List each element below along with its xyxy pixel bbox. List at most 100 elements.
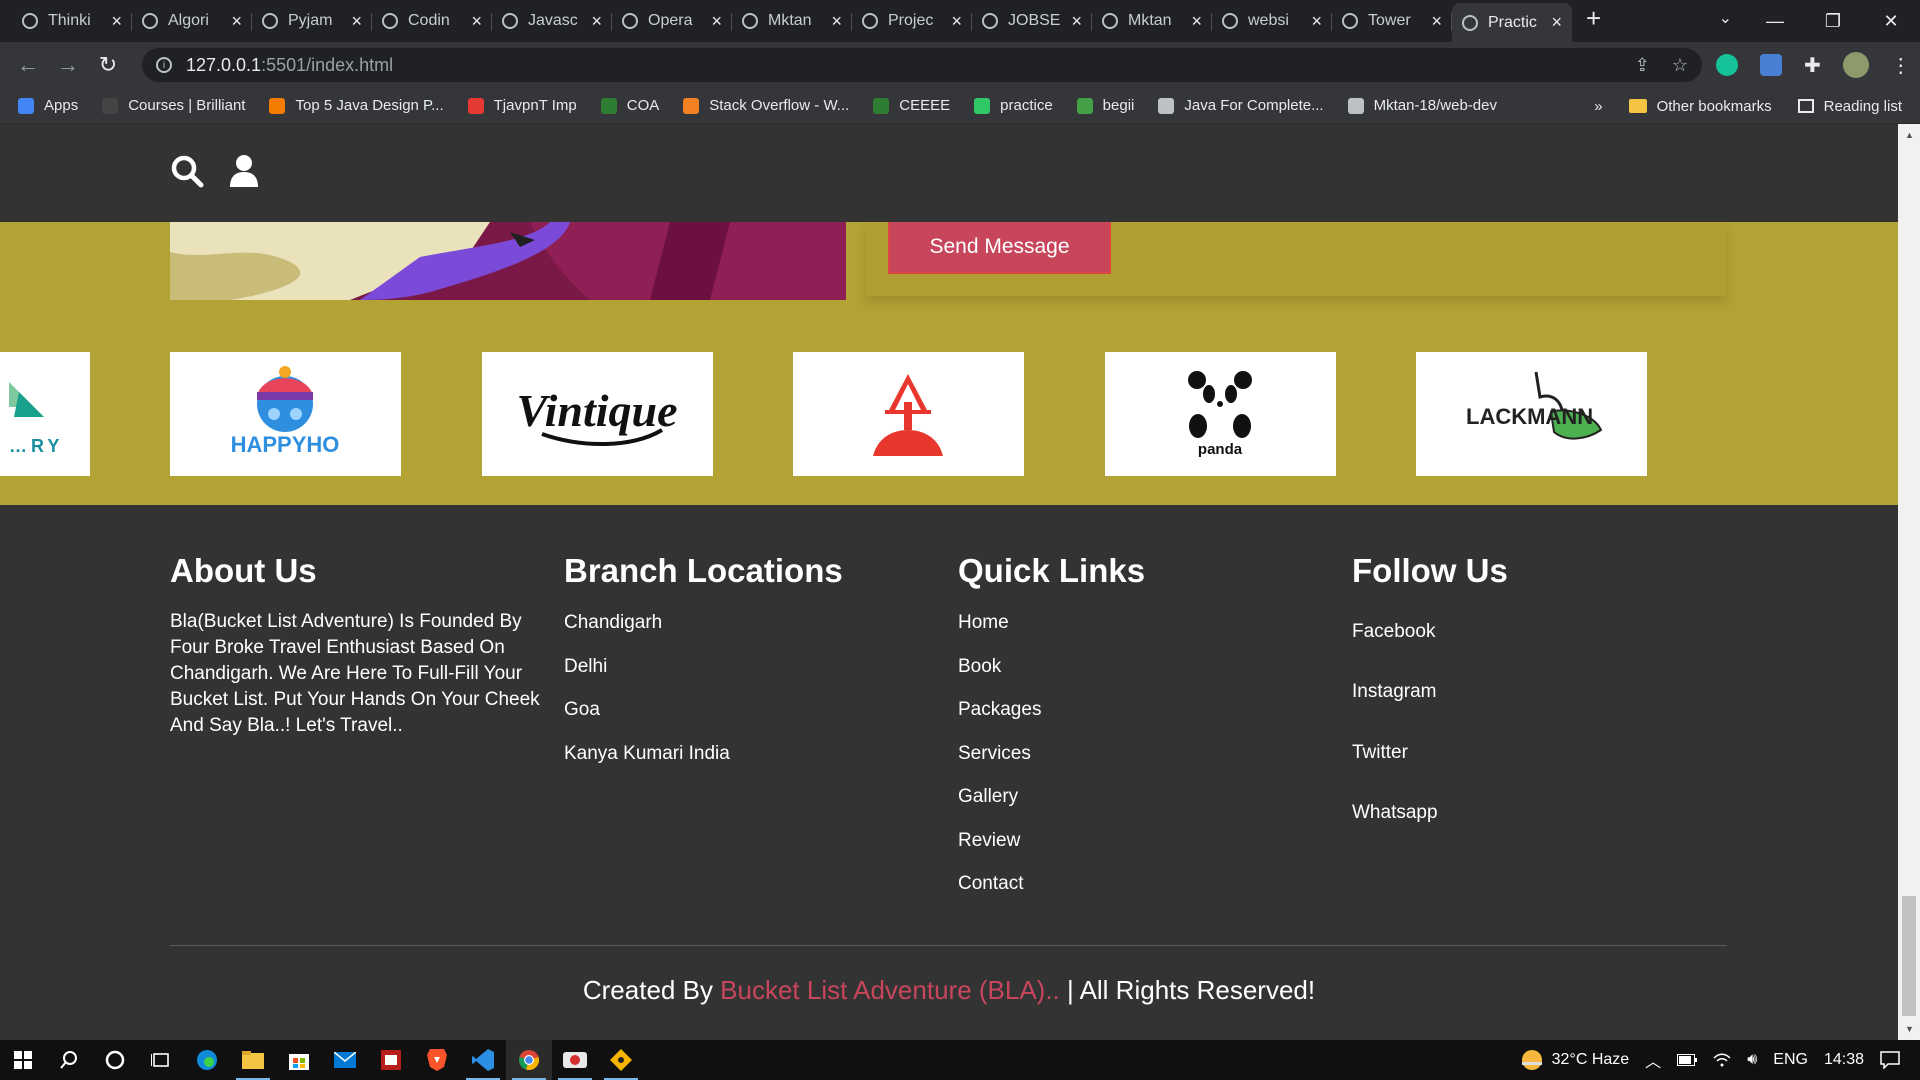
bookmark-item[interactable]: Top 5 Java Design P...: [269, 97, 444, 114]
bookmark-item[interactable]: practice: [974, 97, 1053, 114]
bookmark-item[interactable]: Stack Overflow - W...: [683, 97, 849, 114]
weather-widget[interactable]: 32°C Haze: [1520, 1048, 1629, 1072]
footer-link[interactable]: Facebook: [1352, 601, 1732, 662]
send-message-button[interactable]: Send Message: [890, 222, 1109, 272]
other-bookmarks[interactable]: Other bookmarks: [1628, 98, 1772, 115]
kebab-menu-icon[interactable]: ⋮: [1891, 53, 1911, 78]
bookmark-item[interactable]: Apps: [18, 97, 78, 114]
address-bar[interactable]: i 127.0.0.1:5501/index.html ⇪ ☆: [142, 48, 1702, 82]
bookmarks-overflow-chevron[interactable]: »: [1594, 98, 1602, 115]
search-icon[interactable]: [170, 154, 204, 188]
bookmark-item[interactable]: Mktan-18/web-dev: [1347, 97, 1497, 114]
brave-browser-icon[interactable]: [414, 1040, 460, 1080]
tab-close-icon[interactable]: ×: [1191, 11, 1202, 32]
browser-tab[interactable]: Tower ×: [1332, 3, 1452, 39]
bookmark-item[interactable]: Courses | Brilliant: [102, 97, 245, 114]
footer-link[interactable]: Chandigarh: [564, 601, 944, 645]
footer-link[interactable]: Delhi: [564, 645, 944, 689]
browser-tab[interactable]: Pyjam ×: [252, 3, 372, 39]
tray-chevron-up-icon[interactable]: ︿: [1645, 1048, 1661, 1072]
credit-brand-link[interactable]: Bucket List Adventure (BLA)..: [720, 975, 1060, 1005]
scroll-up-arrow-icon[interactable]: ▲: [1905, 130, 1914, 140]
forward-arrow-icon[interactable]: →: [48, 52, 88, 78]
footer-link[interactable]: Twitter: [1352, 722, 1732, 783]
battery-icon[interactable]: [1677, 1054, 1698, 1066]
translate-extension-icon[interactable]: [1760, 54, 1782, 76]
notification-center-icon[interactable]: [1880, 1051, 1900, 1069]
git-app-icon[interactable]: [598, 1040, 644, 1080]
tab-close-icon[interactable]: ×: [351, 11, 362, 32]
reload-icon[interactable]: ↻: [88, 52, 128, 78]
browser-tab[interactable]: Projec ×: [852, 3, 972, 39]
cortana-circle-icon[interactable]: [92, 1040, 138, 1080]
scroll-down-arrow-icon[interactable]: ▼: [1905, 1024, 1914, 1034]
puzzle-extensions-icon[interactable]: ✚: [1804, 53, 1821, 78]
footer-link[interactable]: Goa: [564, 688, 944, 732]
bookmark-item[interactable]: CEEEE: [873, 97, 950, 114]
site-info-icon[interactable]: i: [156, 57, 172, 73]
close-window-icon[interactable]: ✕: [1862, 0, 1920, 42]
volume-icon[interactable]: 🔊︎: [1747, 1051, 1757, 1069]
bookmark-item[interactable]: COA: [600, 97, 659, 114]
footer-link[interactable]: Gallery: [958, 775, 1338, 819]
tab-close-icon[interactable]: ×: [1431, 11, 1442, 32]
browser-tab[interactable]: Opera ×: [612, 3, 732, 39]
wifi-icon[interactable]: [1713, 1053, 1731, 1067]
browser-tab[interactable]: Thinki ×: [12, 3, 132, 39]
tab-close-icon[interactable]: ×: [1071, 11, 1082, 32]
grammarly-extension-icon[interactable]: [1716, 54, 1738, 76]
tab-close-icon[interactable]: ×: [111, 11, 122, 32]
new-tab-plus-icon[interactable]: +: [1586, 3, 1601, 34]
user-icon[interactable]: [229, 154, 259, 188]
bookmark-item[interactable]: begii: [1076, 97, 1134, 114]
vscode-icon[interactable]: [460, 1040, 506, 1080]
language-indicator[interactable]: ENG: [1773, 1051, 1808, 1069]
mail-icon[interactable]: [322, 1040, 368, 1080]
reading-list[interactable]: Reading list: [1797, 98, 1902, 115]
share-icon[interactable]: ⇪: [1635, 55, 1650, 76]
footer-link[interactable]: Kanya Kumari India: [564, 732, 944, 776]
footer-link[interactable]: Services: [958, 732, 1338, 776]
chrome-browser-icon[interactable]: [506, 1040, 552, 1080]
tab-close-icon[interactable]: ×: [831, 11, 842, 32]
profile-avatar[interactable]: [1842, 52, 1869, 78]
footer-link[interactable]: Instagram: [1352, 662, 1732, 723]
footer-link[interactable]: Packages: [958, 688, 1338, 732]
tab-close-icon[interactable]: ×: [1551, 12, 1562, 33]
microsoft-store-icon[interactable]: [276, 1040, 322, 1080]
browser-tab[interactable]: websi ×: [1212, 3, 1332, 39]
browser-tab[interactable]: Mktan ×: [732, 3, 852, 39]
taskbar-search-icon[interactable]: [46, 1040, 92, 1080]
browser-tab[interactable]: Mktan ×: [1092, 3, 1212, 39]
clock[interactable]: 14:38: [1824, 1051, 1864, 1069]
windows-start-icon[interactable]: [0, 1040, 46, 1080]
red-app-icon[interactable]: [368, 1040, 414, 1080]
footer-link[interactable]: Whatsapp: [1352, 783, 1732, 844]
tab-close-icon[interactable]: ×: [1311, 11, 1322, 32]
footer-link[interactable]: Review: [958, 819, 1338, 863]
file-explorer-icon[interactable]: [230, 1040, 276, 1080]
browser-tab[interactable]: Practic ×: [1452, 3, 1572, 42]
tab-close-icon[interactable]: ×: [951, 11, 962, 32]
browser-tab[interactable]: Javasc ×: [492, 3, 612, 39]
terminal-app-icon[interactable]: [552, 1040, 598, 1080]
scroll-thumb[interactable]: [1902, 896, 1916, 1016]
footer-link[interactable]: Contact: [958, 862, 1338, 906]
task-view-icon[interactable]: [138, 1040, 184, 1080]
partner-logos-carousel[interactable]: …RY HAPPYHO Vintique panda LACKMANN: [0, 352, 1898, 476]
browser-tab[interactable]: Codin ×: [372, 3, 492, 39]
tab-search-chevron-icon[interactable]: ⌄: [1719, 8, 1732, 28]
footer-link[interactable]: Home: [958, 601, 1338, 645]
bookmark-item[interactable]: TjavpnT Imp: [467, 97, 577, 114]
tab-close-icon[interactable]: ×: [591, 11, 602, 32]
edge-browser-icon[interactable]: [184, 1040, 230, 1080]
bookmark-star-icon[interactable]: ☆: [1672, 55, 1688, 76]
tab-close-icon[interactable]: ×: [231, 11, 242, 32]
footer-link[interactable]: Book: [958, 645, 1338, 689]
minimize-icon[interactable]: —: [1746, 0, 1804, 42]
browser-tab[interactable]: JOBSE ×: [972, 3, 1092, 39]
tab-close-icon[interactable]: ×: [711, 11, 722, 32]
back-arrow-icon[interactable]: ←: [8, 52, 48, 78]
bookmark-item[interactable]: Java For Complete...: [1158, 97, 1324, 114]
tab-close-icon[interactable]: ×: [471, 11, 482, 32]
